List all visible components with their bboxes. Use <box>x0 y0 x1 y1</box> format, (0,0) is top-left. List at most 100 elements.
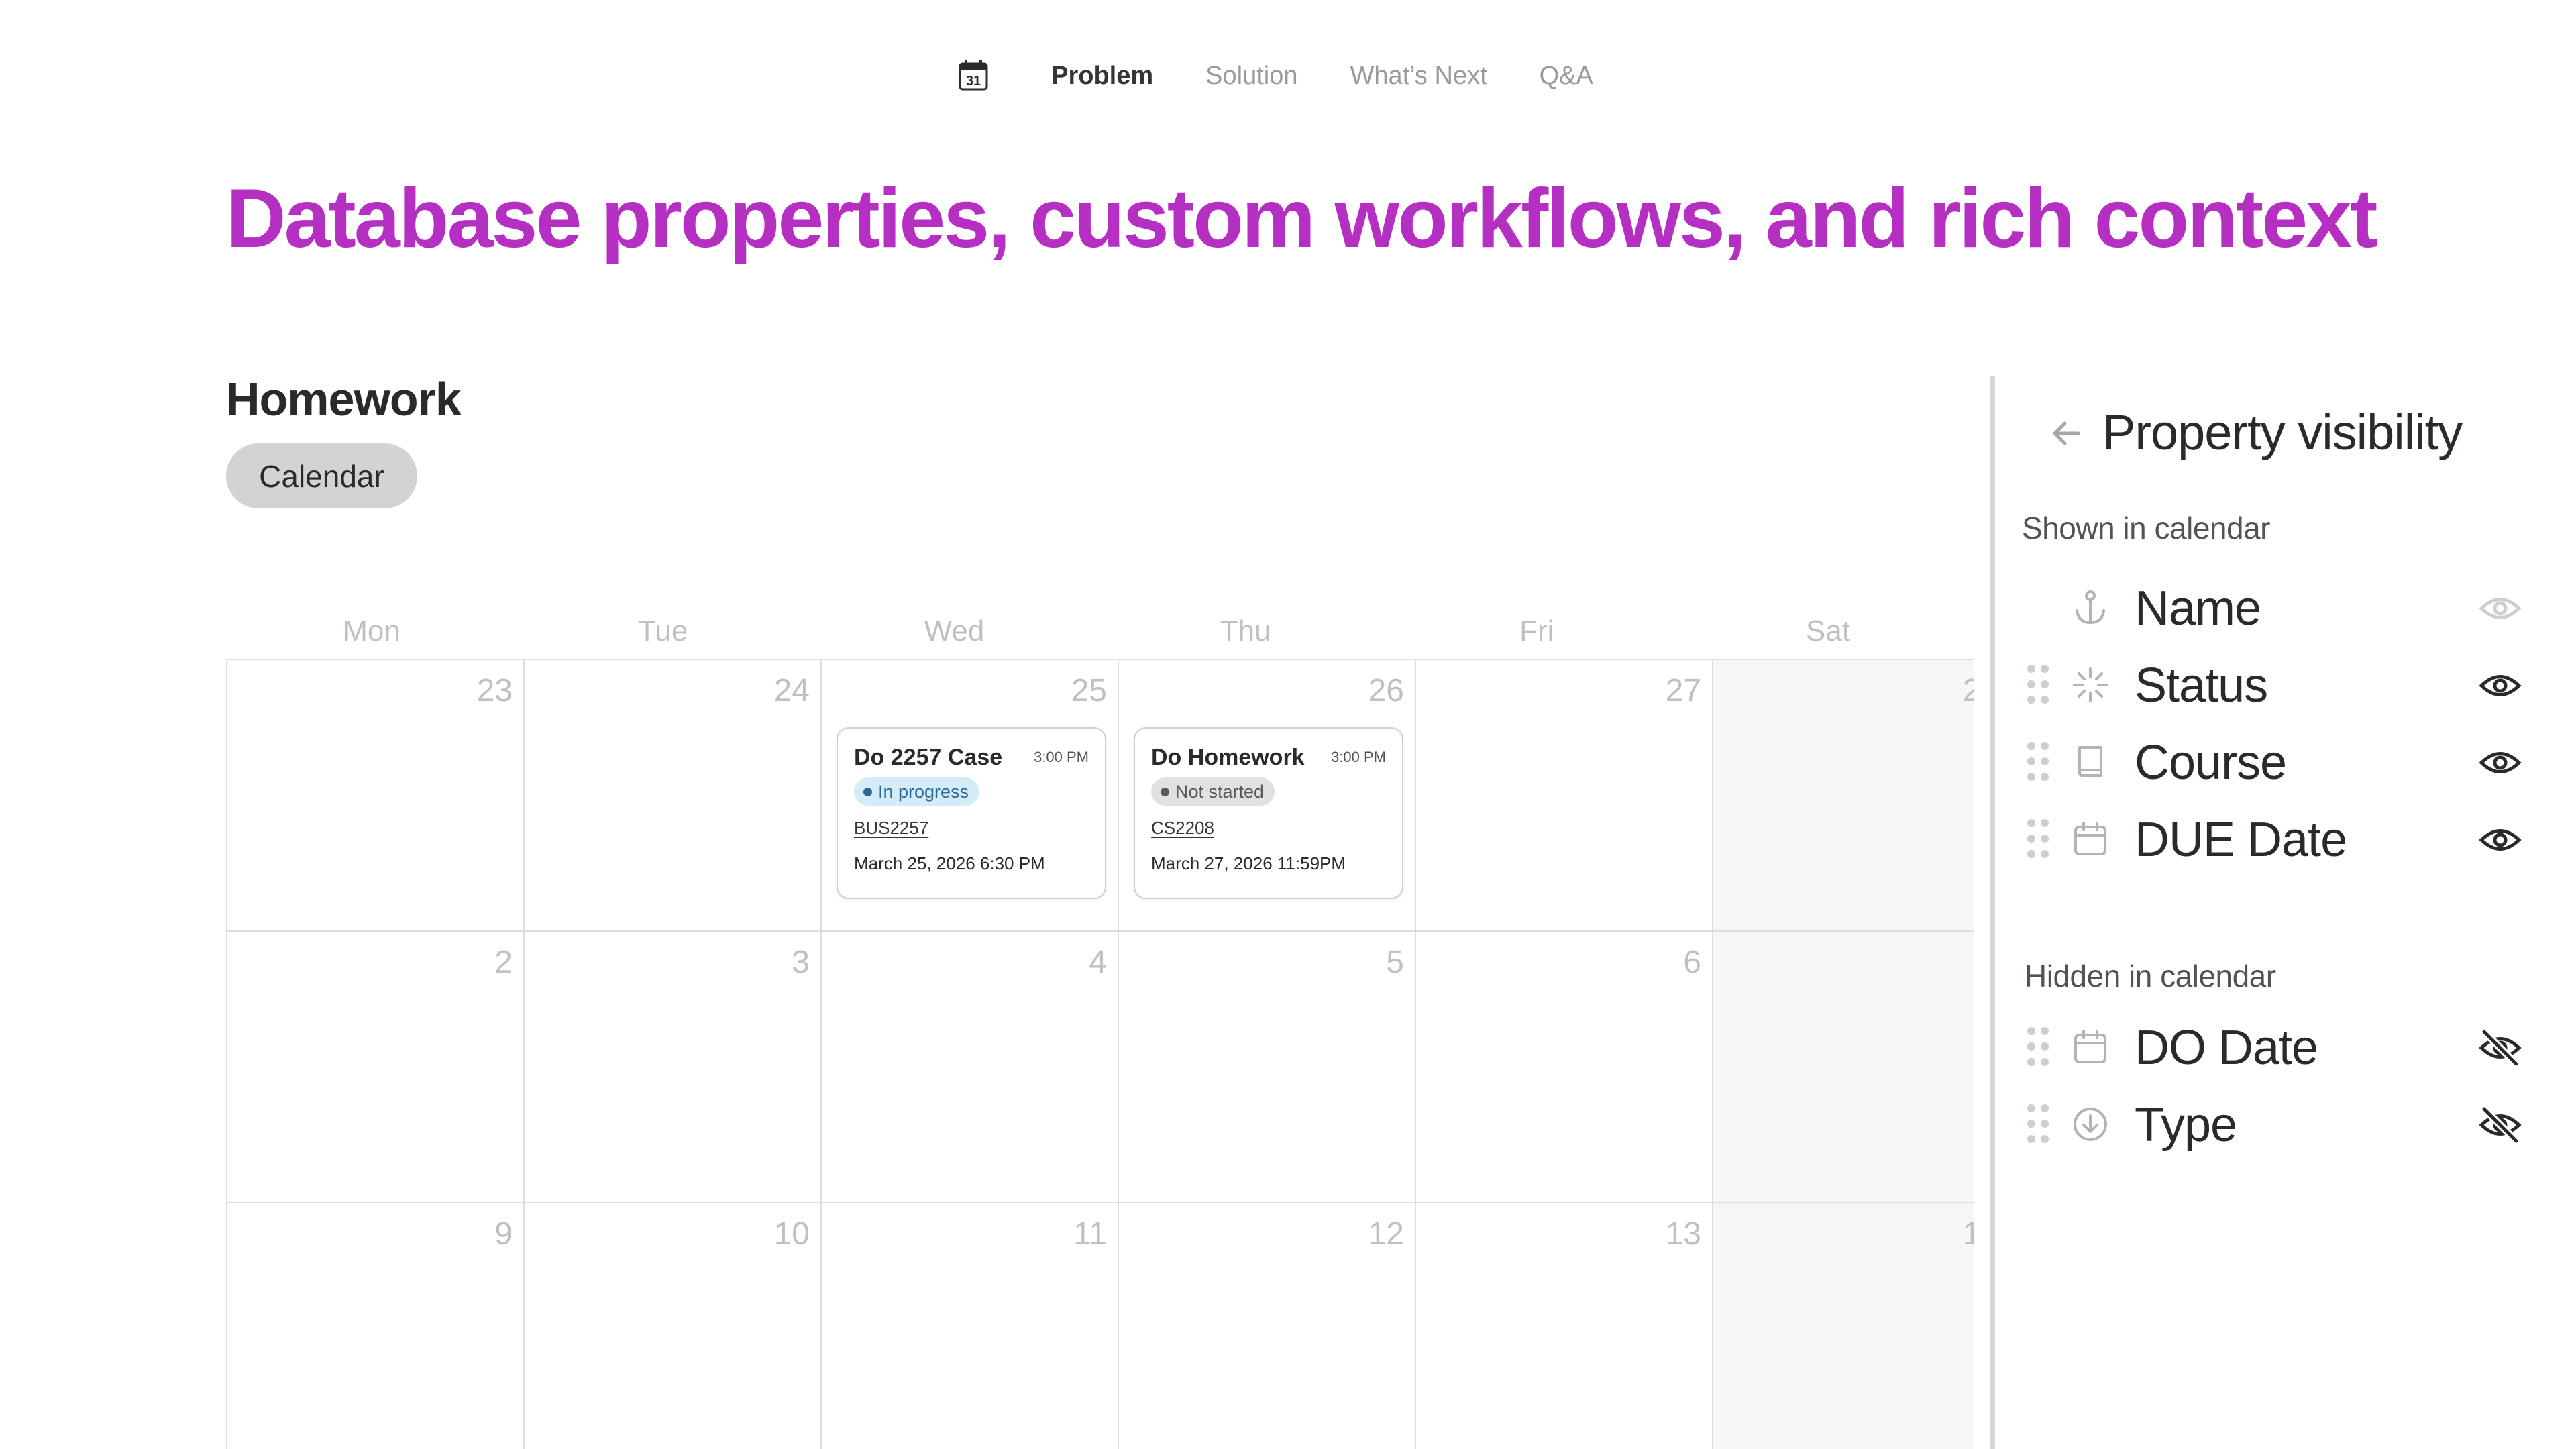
shown-section-label: Shown in calendar <box>2022 511 2270 545</box>
day-cell[interactable]: 3 <box>523 932 820 1203</box>
anchor-icon <box>2076 590 2105 625</box>
day-cell[interactable]: 2 <box>226 932 523 1203</box>
event-course-link[interactable]: BUS2257 <box>854 818 1089 839</box>
status-label: Not started <box>1175 781 1265 802</box>
day-number: 12 <box>1368 1216 1404 1252</box>
status-label: In progress <box>878 781 969 802</box>
day-headers: Mon Tue Wed Thu Fri Sat <box>226 604 1974 659</box>
day-cell[interactable]: 4 <box>820 932 1118 1203</box>
day-number: 10 <box>773 1216 810 1252</box>
eye-icon[interactable] <box>2478 741 2522 785</box>
select-arrow-icon <box>2074 1108 2107 1141</box>
event-title: Do 2257 Case <box>854 745 1003 770</box>
status-badge: Not started <box>1151 777 1275 806</box>
event-due-date: March 25, 2026 6:30 PM <box>854 853 1045 873</box>
calendar-view-tab[interactable]: Calendar <box>226 443 417 508</box>
day-header-sat: Sat <box>1805 614 1850 647</box>
database-title[interactable]: Homework <box>226 372 462 426</box>
calendar-icon <box>2074 1030 2106 1063</box>
day-number: 28 <box>1962 673 1974 708</box>
day-cell[interactable]: 9 <box>226 1203 523 1449</box>
event-time: 3:00 PM <box>1331 749 1386 765</box>
book-icon <box>2078 746 2102 777</box>
day-cell[interactable]: 26 Do Homework 3:00 PM Not started CS220… <box>1118 660 1415 932</box>
event-course-link[interactable]: CS2208 <box>1151 818 1386 839</box>
event-time: 3:00 PM <box>1034 749 1089 765</box>
event-title: Do Homework <box>1151 745 1305 770</box>
event-card[interactable]: Do 2257 Case 3:00 PM In progress BUS2257… <box>837 727 1106 899</box>
day-number: 27 <box>1665 673 1701 708</box>
nav-item-qa[interactable]: Q&A <box>1540 62 1593 91</box>
status-spinner-icon <box>2073 667 2108 702</box>
day-cell[interactable]: 13 <box>1415 1203 1712 1449</box>
property-row-course[interactable]: Course <box>1995 724 2576 800</box>
day-header-fri: Fri <box>1519 614 1554 647</box>
drag-handle-icon[interactable] <box>2025 1102 2051 1146</box>
property-label: Course <box>2135 736 2287 790</box>
property-label: Type <box>2135 1098 2237 1152</box>
day-header-tue: Tue <box>638 614 688 647</box>
day-cell[interactable]: 10 <box>523 1203 820 1449</box>
eye-off-icon[interactable] <box>2478 1026 2522 1070</box>
day-number: 14 <box>1962 1216 1974 1252</box>
property-label: Status <box>2135 659 2268 712</box>
day-cell[interactable]: 24 <box>523 660 820 932</box>
property-row-type[interactable]: Type <box>1995 1087 2576 1162</box>
property-label: DUE Date <box>2135 813 2347 867</box>
calendar-week: 23 24 25 Do 2257 Case 3:00 PM In progres… <box>226 660 1974 932</box>
back-arrow-icon[interactable] <box>2047 415 2085 452</box>
property-row-name[interactable]: Name <box>1995 570 2576 645</box>
status-dot-icon <box>1161 787 1169 796</box>
day-number: 5 <box>1386 945 1404 980</box>
day-cell[interactable]: 25 Do 2257 Case 3:00 PM In progress BUS2… <box>820 660 1118 932</box>
day-cell[interactable]: 7 <box>1712 932 1974 1203</box>
property-label: Name <box>2135 582 2261 635</box>
eye-icon[interactable] <box>2478 663 2522 708</box>
property-row-status[interactable]: Status <box>1995 647 2576 722</box>
day-number: 25 <box>1071 673 1107 708</box>
eye-icon[interactable] <box>2478 586 2522 631</box>
day-number: 24 <box>773 673 810 708</box>
property-label: DO Date <box>2135 1021 2318 1075</box>
event-due-date: March 27, 2026 11:59PM <box>1151 853 1346 873</box>
day-header-mon: Mon <box>343 614 400 647</box>
day-number: 13 <box>1665 1216 1701 1252</box>
day-cell[interactable]: 12 <box>1118 1203 1415 1449</box>
day-number: 11 <box>1073 1216 1107 1252</box>
day-number: 4 <box>1089 945 1107 980</box>
drag-handle-icon[interactable] <box>2025 816 2051 861</box>
day-cell[interactable]: 23 <box>226 660 523 932</box>
day-cell[interactable]: 28 <box>1712 660 1974 932</box>
day-cell[interactable]: 14 <box>1712 1203 1974 1449</box>
calendar-icon <box>2074 822 2106 855</box>
calendar-view: Mon Tue Wed Thu Fri Sat 23 24 25 Do 2257… <box>226 604 1974 1449</box>
drag-handle-icon[interactable] <box>2025 1024 2051 1069</box>
status-dot-icon <box>863 787 872 796</box>
calendar-logo-icon[interactable]: 31 <box>957 59 990 93</box>
day-number: 23 <box>476 673 513 708</box>
nav-item-problem[interactable]: Problem <box>1051 62 1153 91</box>
day-cell[interactable]: 6 <box>1415 932 1712 1203</box>
day-cell[interactable]: 27 <box>1415 660 1712 932</box>
nav-item-solution[interactable]: Solution <box>1205 62 1297 91</box>
calendar-week: 2 3 4 5 6 7 <box>226 932 1974 1203</box>
status-badge: In progress <box>854 777 980 806</box>
drag-handle-icon[interactable] <box>2025 739 2051 784</box>
property-visibility-panel: Property visibility Shown in calendar Na… <box>1990 376 2576 1449</box>
eye-icon[interactable] <box>2478 818 2522 862</box>
day-number: 9 <box>494 1216 513 1252</box>
day-cell[interactable]: 11 <box>820 1203 1118 1449</box>
nav-item-whats-next[interactable]: What’s Next <box>1350 62 1487 91</box>
top-nav: 31 Problem Solution What’s Next Q&A <box>0 59 2576 93</box>
property-row-due-date[interactable]: DUE Date <box>1995 802 2576 877</box>
calendar-week: 9 10 11 12 13 14 <box>226 1203 1974 1449</box>
day-number: 3 <box>792 945 810 980</box>
eye-off-icon[interactable] <box>2478 1103 2522 1147</box>
drag-handle-icon[interactable] <box>2025 662 2051 706</box>
day-number: 26 <box>1368 673 1404 708</box>
day-header-wed: Wed <box>924 614 985 647</box>
day-cell[interactable]: 5 <box>1118 932 1415 1203</box>
page-headline: Database properties, custom workflows, a… <box>226 172 2377 265</box>
event-card[interactable]: Do Homework 3:00 PM Not started CS2208 M… <box>1134 727 1403 899</box>
property-row-do-date[interactable]: DO Date <box>1995 1010 2576 1085</box>
